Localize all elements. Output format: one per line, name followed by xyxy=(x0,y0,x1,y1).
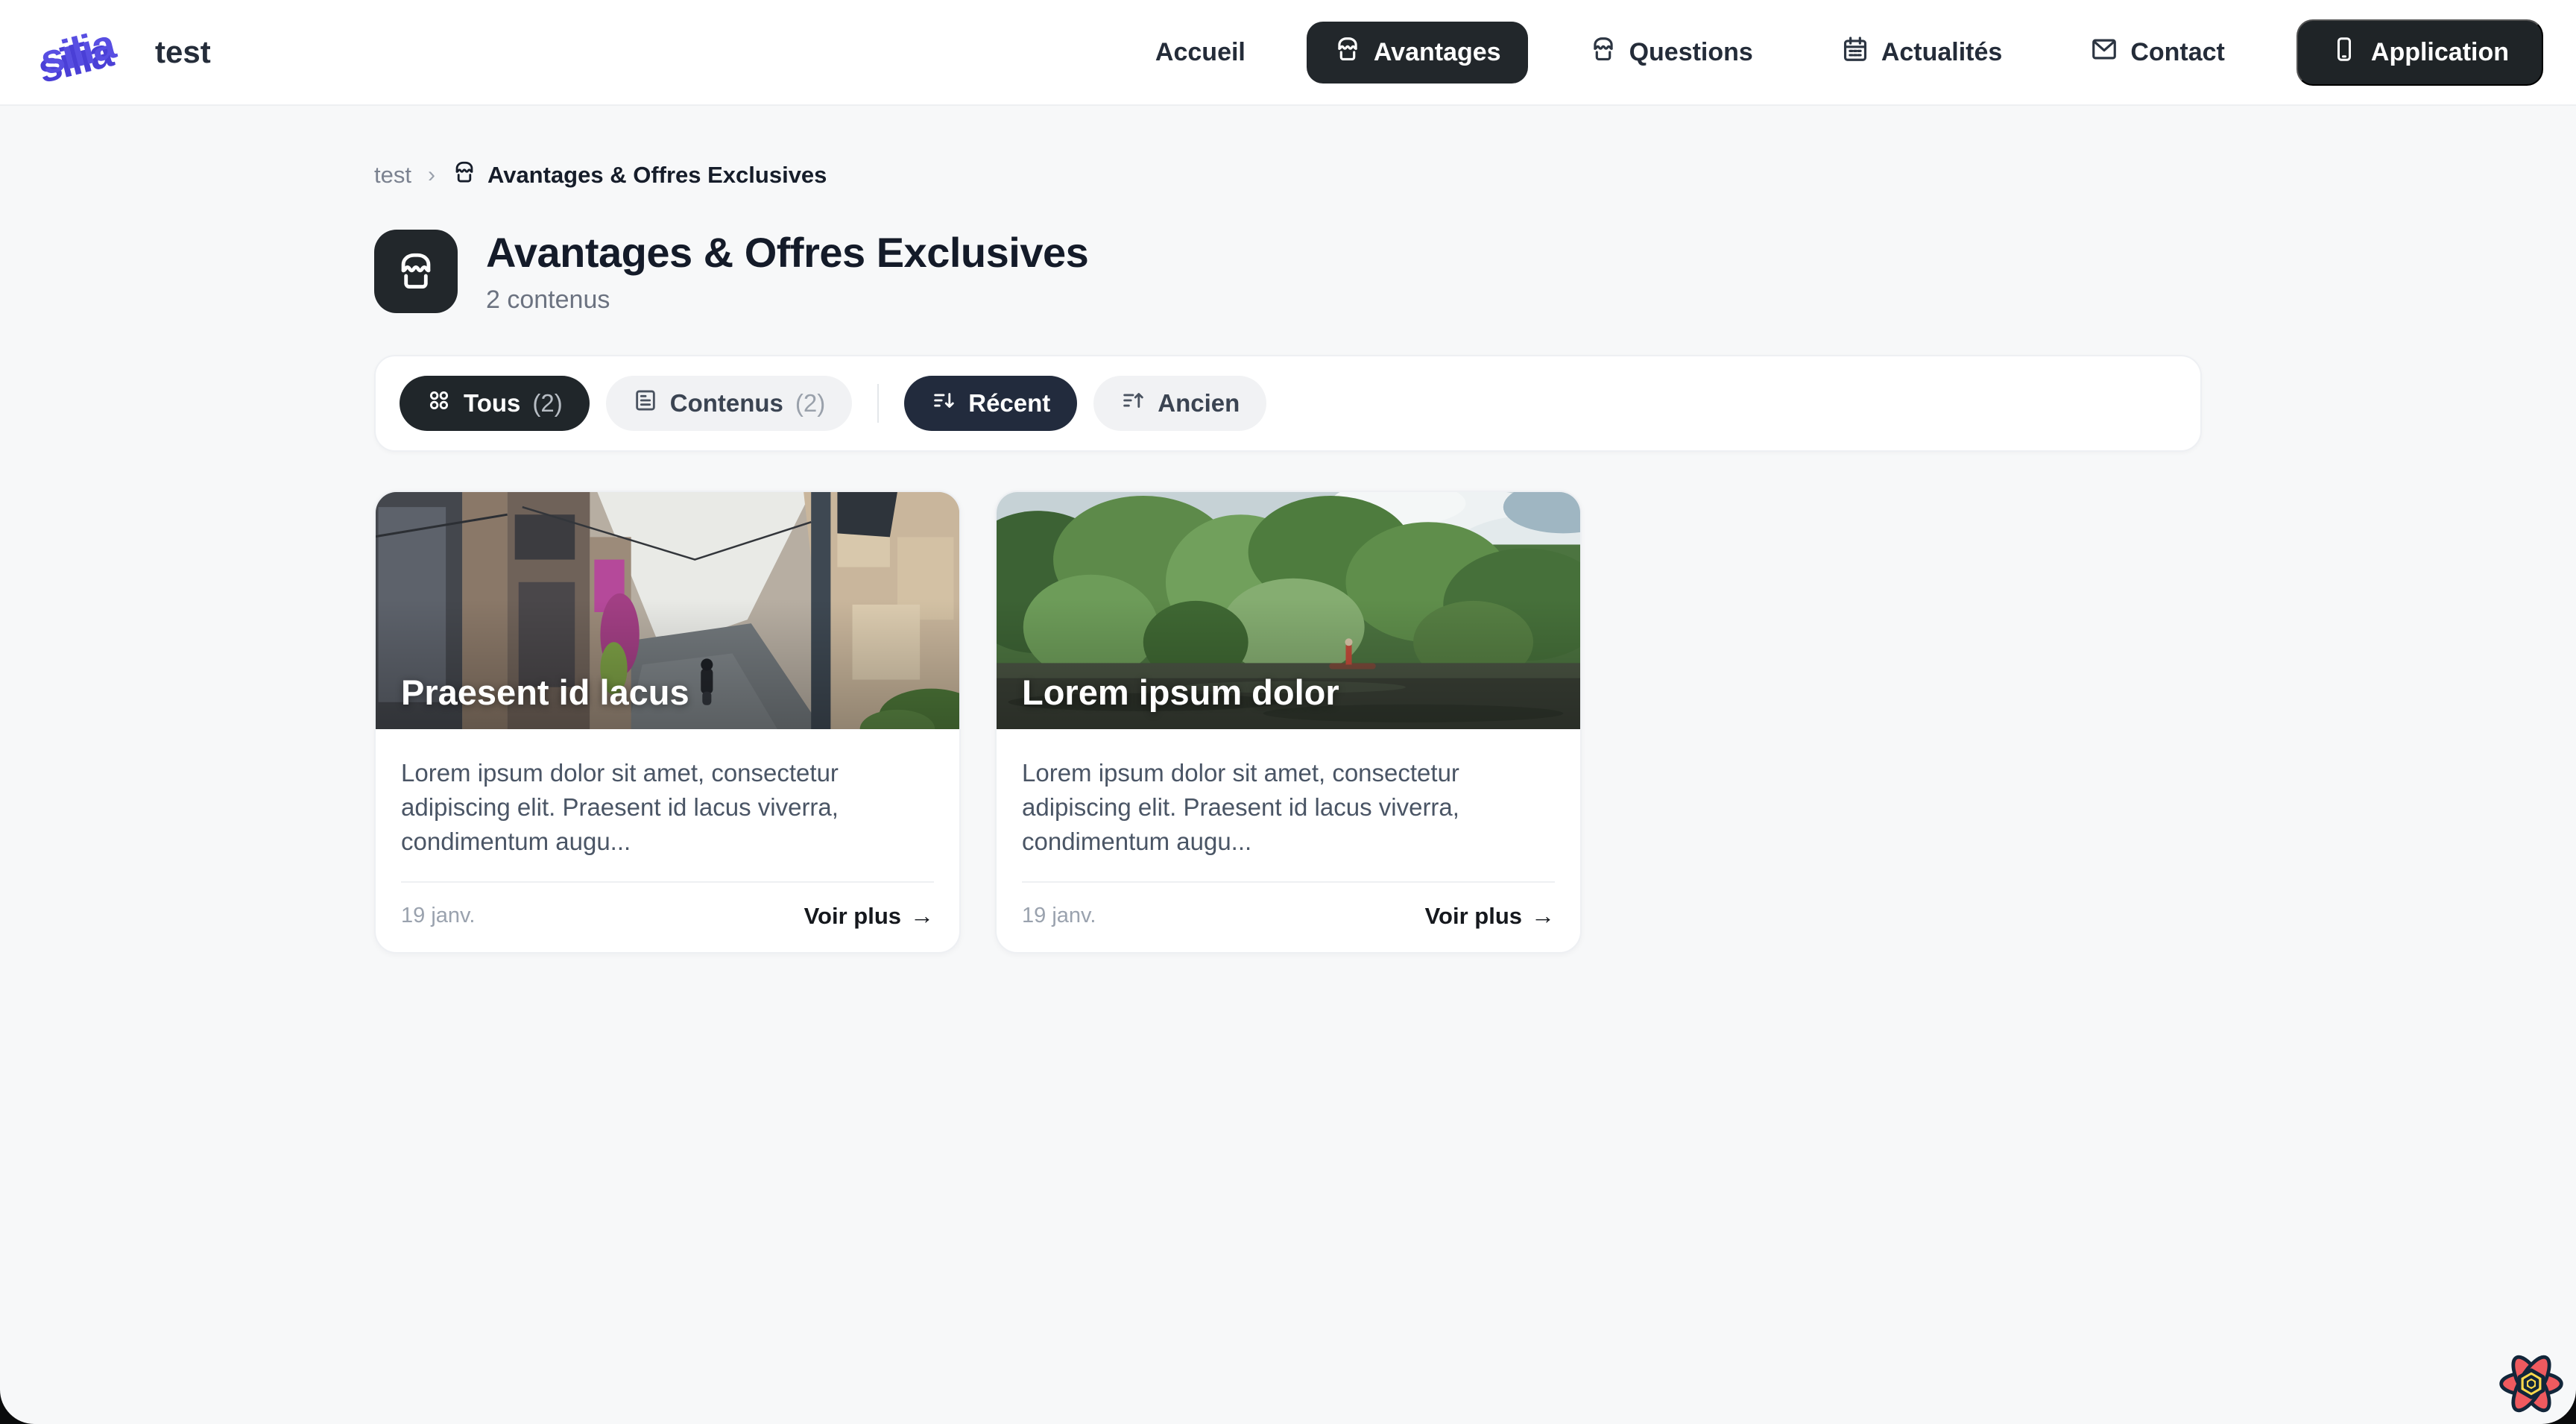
filter-tab-tous[interactable]: Tous (2) xyxy=(400,376,590,431)
calendar-icon xyxy=(1841,35,1869,70)
voir-plus-label: Voir plus xyxy=(804,903,901,930)
card-image: Lorem ipsum dolor xyxy=(997,492,1580,729)
page-subtitle: 2 contenus xyxy=(486,286,1088,315)
card-date: 19 janv. xyxy=(1022,904,1096,928)
page-header-text: Avantages & Offres Exclusives 2 contenus xyxy=(486,228,1088,315)
site-name: test xyxy=(155,34,211,70)
content-card-grid: Praesent id lacus Lorem ipsum dolor sit … xyxy=(374,491,2202,954)
content-card-lorem-ipsum-dolor[interactable]: Lorem ipsum dolor Lorem ipsum dolor sit … xyxy=(995,491,1582,954)
page-sheet: silia test Accueil Avantages Questions A… xyxy=(0,0,2576,1424)
chevron-right-icon: › xyxy=(428,163,435,188)
card-title: Lorem ipsum dolor xyxy=(1022,672,1339,713)
breadcrumb-current: Avantages & Offres Exclusives xyxy=(452,160,827,191)
filter-tab-label: Tous xyxy=(464,389,520,418)
card-footer: 19 janv. Voir plus → xyxy=(1022,881,1555,952)
card-excerpt: Lorem ipsum dolor sit amet, consectetur … xyxy=(1022,756,1555,859)
top-navbar: silia test Accueil Avantages Questions A… xyxy=(0,0,2576,106)
nav-item-label: Accueil xyxy=(1155,38,1246,67)
filter-toolbar: Tous (2) Contenus (2) Récent Ancien xyxy=(374,355,2202,452)
card-image: Praesent id lacus xyxy=(376,492,959,729)
sort-desc-icon xyxy=(931,388,956,419)
nav-item-actualites[interactable]: Actualités xyxy=(1814,22,2030,84)
nav-item-label: Avantages xyxy=(1374,38,1501,67)
grid-icon xyxy=(426,388,452,419)
nav-item-label: Contact xyxy=(2130,38,2225,67)
voir-plus-label: Voir plus xyxy=(1425,903,1522,930)
article-icon xyxy=(633,388,658,419)
logo-text: silia xyxy=(36,19,119,84)
sort-asc-icon xyxy=(1120,388,1146,419)
breadcrumb: test › Avantages & Offres Exclusives xyxy=(374,160,2202,191)
nav-item-avantages[interactable]: Avantages xyxy=(1307,22,1528,84)
page-store-icon-tile xyxy=(374,230,458,313)
filter-tab-count: (2) xyxy=(532,389,562,418)
tanstack-query-devtools-button[interactable] xyxy=(2493,1345,2570,1423)
card-title: Praesent id lacus xyxy=(401,672,689,713)
card-body: Lorem ipsum dolor sit amet, consectetur … xyxy=(997,729,1580,859)
sort-button-ancien[interactable]: Ancien xyxy=(1093,376,1266,431)
application-button[interactable]: Application xyxy=(2296,19,2543,86)
page-header: Avantages & Offres Exclusives 2 contenus xyxy=(374,228,2202,315)
nav-item-questions[interactable]: Questions xyxy=(1562,22,1780,84)
card-date: 19 janv. xyxy=(401,904,475,928)
smartphone-icon xyxy=(2331,36,2358,69)
store-icon xyxy=(1589,35,1617,70)
nav-item-accueil[interactable]: Accueil xyxy=(1128,25,1272,81)
content-card-praesent-id-lacus[interactable]: Praesent id lacus Lorem ipsum dolor sit … xyxy=(374,491,961,954)
breadcrumb-current-label: Avantages & Offres Exclusives xyxy=(487,162,827,189)
store-icon xyxy=(452,160,477,191)
silia-logo-icon: silia xyxy=(39,11,128,93)
mail-icon xyxy=(2090,35,2118,70)
application-button-label: Application xyxy=(2371,38,2509,67)
nav-item-label: Questions xyxy=(1629,38,1753,67)
breadcrumb-root-link[interactable]: test xyxy=(374,162,411,189)
voir-plus-link[interactable]: Voir plus → xyxy=(804,902,934,930)
sort-button-label: Récent xyxy=(968,389,1050,418)
sort-button-label: Ancien xyxy=(1158,389,1240,418)
card-body: Lorem ipsum dolor sit amet, consectetur … xyxy=(376,729,959,859)
main-content: test › Avantages & Offres Exclusives Ava… xyxy=(374,160,2202,954)
voir-plus-link[interactable]: Voir plus → xyxy=(1425,902,1555,930)
nav-item-contact[interactable]: Contact xyxy=(2063,22,2252,84)
filter-tab-label: Contenus xyxy=(670,389,783,418)
brand[interactable]: silia test xyxy=(39,11,211,93)
card-excerpt: Lorem ipsum dolor sit amet, consectetur … xyxy=(401,756,934,859)
nav-item-label: Actualités xyxy=(1881,38,2003,67)
store-icon xyxy=(1333,35,1362,70)
main-nav: Accueil Avantages Questions Actualités C… xyxy=(1128,19,2543,86)
sort-button-recent[interactable]: Récent xyxy=(904,376,1077,431)
filter-tab-contenus[interactable]: Contenus (2) xyxy=(606,376,853,431)
arrow-right-icon: → xyxy=(1531,902,1555,930)
filter-tab-count: (2) xyxy=(795,389,825,418)
atom-flower-icon xyxy=(2496,1348,2567,1420)
page-title: Avantages & Offres Exclusives xyxy=(486,228,1088,277)
store-icon xyxy=(394,250,438,293)
filter-divider xyxy=(877,384,879,423)
arrow-right-icon: → xyxy=(910,902,934,930)
card-footer: 19 janv. Voir plus → xyxy=(401,881,934,952)
